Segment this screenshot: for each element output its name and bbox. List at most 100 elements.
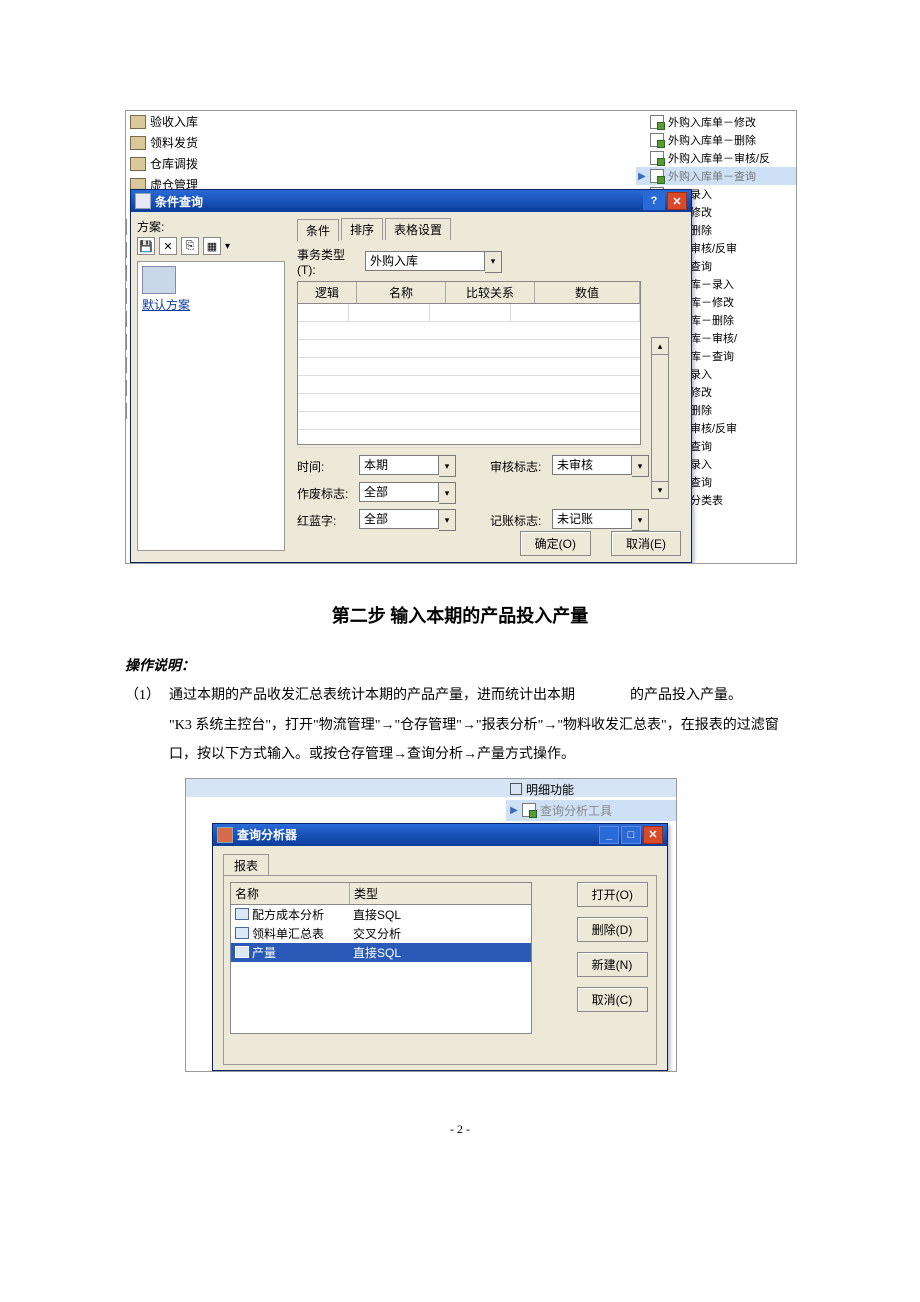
sidebar-label: 验收入库 bbox=[150, 113, 198, 130]
vertical-scrollbar[interactable]: ▴ ▾ bbox=[651, 337, 669, 499]
open-button[interactable]: 打开(O) bbox=[577, 882, 648, 907]
post-label: 记账标志: bbox=[490, 512, 546, 529]
help-button[interactable]: ? bbox=[643, 192, 665, 210]
default-scheme[interactable]: 默认方案 bbox=[142, 296, 280, 313]
tabs: 条件 排序 表格设置 bbox=[297, 218, 683, 240]
row-name: 产量 bbox=[252, 944, 276, 961]
sidebar-label: 领料发货 bbox=[150, 134, 198, 151]
tab-grid-settings[interactable]: 表格设置 bbox=[385, 218, 451, 240]
time-combo[interactable]: 本期▾ bbox=[359, 455, 456, 477]
screenshot-2: 明细功能 ▶ 查询分析工具 查询分析器 _ □ ✕ 报表 bbox=[185, 778, 677, 1072]
row-icon bbox=[235, 946, 249, 958]
paragraph-text: "K3 系统主控台"，打开"物流管理"→"仓存管理"→"报表分析"→"物料收发汇… bbox=[125, 711, 795, 770]
dropdown-icon[interactable]: ▾ bbox=[485, 251, 502, 273]
row-type: 直接SQL bbox=[349, 906, 531, 923]
list-row[interactable]: 领料单汇总表交叉分析 bbox=[231, 924, 531, 943]
dropdown-icon[interactable]: ▾ bbox=[439, 482, 456, 504]
row-type: 直接SQL bbox=[349, 944, 531, 961]
doc-icon bbox=[522, 803, 536, 817]
biz-type-value: 外购入库 bbox=[365, 251, 485, 271]
sidebar-item[interactable]: 仓库调拨 bbox=[126, 153, 326, 174]
scroll-down-icon[interactable]: ▾ bbox=[652, 481, 668, 498]
maximize-button[interactable]: □ bbox=[621, 826, 641, 844]
scheme-list[interactable]: 默认方案 bbox=[137, 261, 285, 551]
post-combo[interactable]: 未记账▾ bbox=[552, 509, 649, 531]
doc-icon bbox=[650, 133, 664, 147]
color-value: 全部 bbox=[359, 509, 439, 529]
feature-label: 明细功能 bbox=[526, 781, 574, 798]
list-header: 名称 bbox=[231, 883, 350, 904]
sidebar-item[interactable]: 验收入库 bbox=[126, 111, 326, 132]
grid-icon[interactable]: ▦ bbox=[203, 237, 221, 255]
right-sidebar-label: 外购入库单－删除 bbox=[668, 132, 756, 148]
tab-report[interactable]: 报表 bbox=[223, 854, 269, 876]
dropdown-icon[interactable]: ▾ bbox=[632, 455, 649, 477]
post-value: 未记账 bbox=[552, 509, 632, 529]
grid-header: 比较关系 bbox=[446, 282, 535, 303]
folder-icon bbox=[130, 115, 146, 129]
titlebar[interactable]: 条件查询 ? ✕ bbox=[131, 190, 691, 212]
cancel-button[interactable]: 取消(C) bbox=[577, 987, 648, 1012]
close-button[interactable]: ✕ bbox=[667, 192, 687, 210]
close-button[interactable]: ✕ bbox=[643, 826, 663, 844]
biz-type-combo[interactable]: 外购入库 ▾ bbox=[365, 251, 502, 273]
titlebar[interactable]: 查询分析器 _ □ ✕ bbox=[213, 824, 667, 846]
right-sidebar-item[interactable]: ▶外购入库单－查询 bbox=[636, 167, 796, 185]
scheme-panel: 方案: 💾 ✕ ⎘ ▦ ▾ 默认方案 bbox=[131, 212, 293, 562]
paragraph-text: 的产品投入产量。 bbox=[630, 688, 742, 703]
grid-header: 逻辑 bbox=[298, 282, 357, 303]
left-sidebar: 验收入库 领料发货 仓库调拨 虚仓管理 bbox=[126, 111, 326, 195]
report-list[interactable]: 名称 类型 配方成本分析直接SQL领料单汇总表交叉分析产量直接SQL bbox=[230, 882, 532, 1034]
right-sidebar-label: 外购入库单－修改 bbox=[668, 114, 756, 130]
delete-icon[interactable]: ✕ bbox=[159, 237, 177, 255]
time-value: 本期 bbox=[359, 455, 439, 475]
page-number: - 2 - bbox=[125, 1122, 795, 1137]
void-label: 作废标志: bbox=[297, 485, 353, 502]
right-sidebar-item[interactable]: 外购入库单－修改 bbox=[636, 113, 796, 131]
arrow-icon: ▶ bbox=[638, 171, 646, 182]
delete-button[interactable]: 删除(D) bbox=[577, 917, 648, 942]
feature-item-active[interactable]: ▶ 查询分析工具 bbox=[506, 800, 676, 821]
new-button[interactable]: 新建(N) bbox=[577, 952, 648, 977]
app-icon bbox=[217, 827, 233, 843]
row-icon bbox=[235, 908, 249, 920]
dropdown-icon[interactable]: ▾ bbox=[439, 455, 456, 477]
row-icon bbox=[235, 927, 249, 939]
color-label: 红蓝字: bbox=[297, 512, 353, 529]
row-name: 领料单汇总表 bbox=[252, 925, 324, 942]
copy-icon[interactable]: ⎘ bbox=[181, 237, 199, 255]
dropdown-arrow-icon[interactable]: ▾ bbox=[225, 241, 230, 252]
void-combo[interactable]: 全部▾ bbox=[359, 482, 456, 504]
scroll-up-icon[interactable]: ▴ bbox=[652, 338, 668, 355]
condition-grid[interactable]: 逻辑 名称 比较关系 数值 bbox=[297, 281, 641, 445]
sidebar-item[interactable]: 领料发货 bbox=[126, 132, 326, 153]
right-sidebar-item[interactable]: 外购入库单－删除 bbox=[636, 131, 796, 149]
tab-sort[interactable]: 排序 bbox=[341, 218, 383, 240]
dropdown-icon[interactable]: ▾ bbox=[632, 509, 649, 531]
scheme-label: 方案: bbox=[137, 218, 287, 235]
step-heading: 第二步 输入本期的产品投入产量 bbox=[125, 602, 795, 628]
folder-icon bbox=[130, 136, 146, 150]
audit-combo[interactable]: 未审核▾ bbox=[552, 455, 649, 477]
list-row[interactable]: 产量 直接SQL bbox=[231, 943, 531, 962]
feature-item[interactable]: 明细功能 bbox=[506, 779, 676, 800]
cancel-button[interactable]: 取消(E) bbox=[611, 531, 681, 556]
operation-heading: 操作说明： bbox=[125, 659, 195, 674]
list-number: （1） bbox=[125, 681, 169, 710]
dropdown-icon[interactable]: ▾ bbox=[439, 509, 456, 531]
grid-header: 名称 bbox=[357, 282, 446, 303]
doc-icon bbox=[650, 151, 664, 165]
audit-value: 未审核 bbox=[552, 455, 632, 475]
minimize-button[interactable]: _ bbox=[599, 826, 619, 844]
arrow-icon: ▶ bbox=[510, 805, 518, 816]
right-sidebar-item[interactable]: 外购入库单－审核/反 bbox=[636, 149, 796, 167]
grid-header: 数值 bbox=[535, 282, 640, 303]
audit-label: 审核标志: bbox=[490, 458, 546, 475]
feature-label: 查询分析工具 bbox=[540, 802, 612, 819]
list-row[interactable]: 配方成本分析直接SQL bbox=[231, 905, 531, 924]
ok-button[interactable]: 确定(O) bbox=[520, 531, 591, 556]
save-icon[interactable]: 💾 bbox=[137, 237, 155, 255]
tab-condition[interactable]: 条件 bbox=[297, 219, 339, 241]
grid-body[interactable] bbox=[298, 304, 640, 444]
color-combo[interactable]: 全部▾ bbox=[359, 509, 456, 531]
